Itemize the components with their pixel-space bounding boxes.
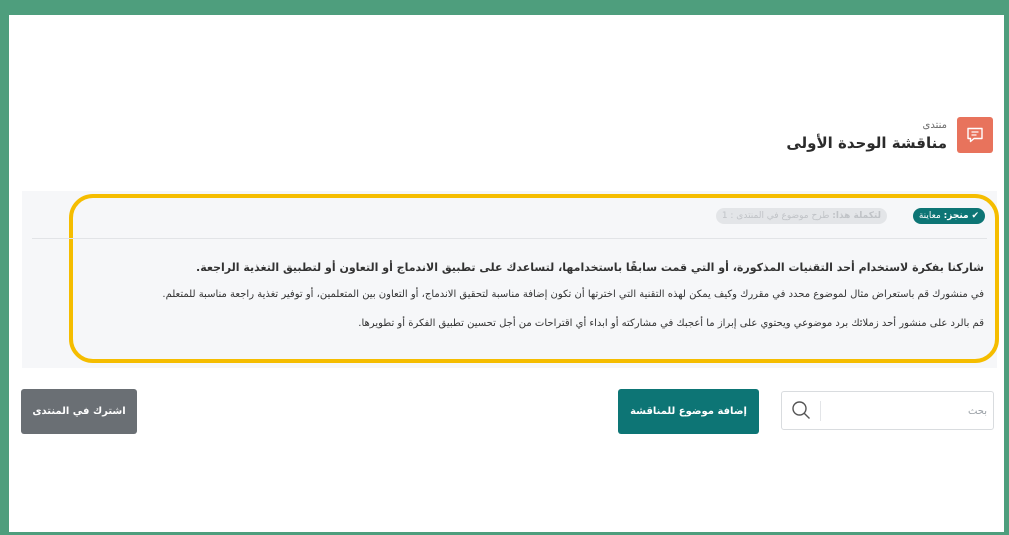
subscribe-forum-button[interactable]: اشترك في المنتدى — [21, 389, 137, 434]
badge-todo-label: طرح موضوع في المنتدى : 1 — [721, 211, 830, 221]
divider — [32, 238, 987, 239]
add-discussion-topic-button[interactable]: إضافة موضوع للمناقشة — [618, 389, 759, 434]
page-subtitle: منتدى — [922, 120, 947, 131]
completion-badge-done: ✔ منجز: معاينة — [912, 208, 985, 224]
page-title: مناقشة الوحدة الأولى — [786, 134, 947, 152]
badge-todo-prefix: لتكملة هذا: — [832, 211, 881, 221]
search-box — [781, 391, 994, 430]
intro-heading: شاركنا بفكرة لاستخدام أحد التقنيات المذك… — [196, 261, 984, 274]
search-input[interactable] — [821, 393, 989, 430]
intro-paragraph-2: قم بالرد على منشور أحد زملائك برد موضوعي… — [358, 318, 984, 329]
badge-done-prefix: منجز: — [943, 211, 969, 221]
completion-badge-todo: لتكملة هذا: طرح موضوع في المنتدى : 1 — [715, 208, 887, 224]
search-icon[interactable] — [791, 400, 811, 424]
intro-paragraph-1: في منشورك قم باستعراض مثال لموضوع محدد ف… — [162, 289, 984, 300]
check-icon: ✔ — [971, 211, 979, 221]
badge-done-label: معاينة — [918, 211, 941, 221]
forum-chat-icon — [957, 117, 993, 153]
